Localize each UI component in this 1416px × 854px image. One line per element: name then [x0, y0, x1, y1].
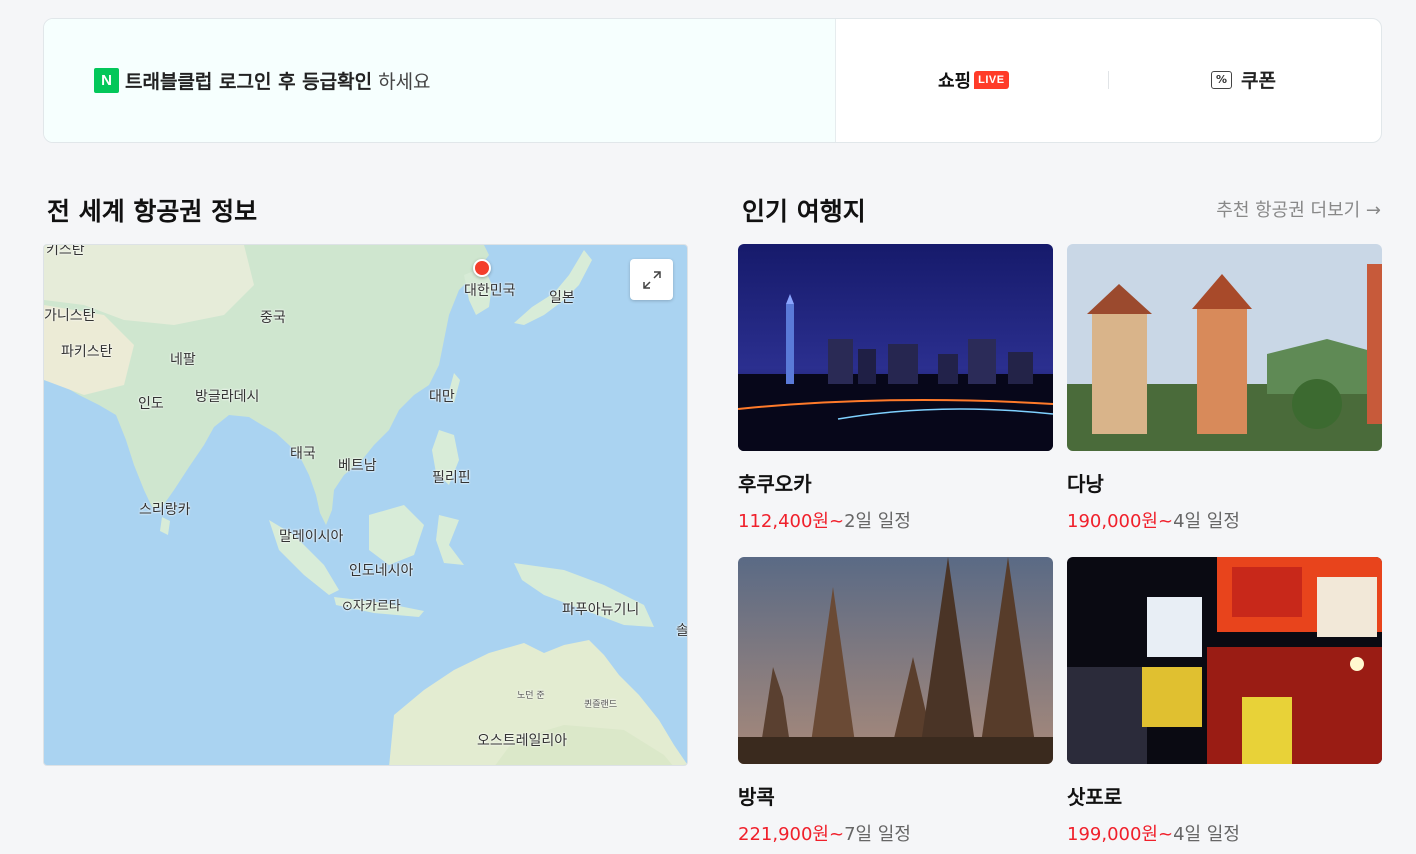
destination-price: 190,000원~ [1067, 511, 1174, 532]
destination-duration: 7일 일정 [844, 824, 911, 845]
map-label-thailand[interactable]: 태국 [290, 443, 316, 463]
coupon-link[interactable]: % 쿠폰 [1211, 66, 1276, 93]
destination-duration: 2일 일정 [844, 511, 911, 532]
map-label-queensland[interactable]: 퀸즐랜드 [584, 697, 617, 710]
map-label-afghanistan[interactable]: 가니스탄 [44, 305, 96, 325]
shopping-live-link[interactable]: 쇼핑 LIVE [938, 67, 1009, 93]
map-label-pakistan[interactable]: 파키스탄 [61, 341, 113, 361]
shopping-label: 쇼핑 [938, 71, 972, 92]
map-expand-button[interactable] [630, 259, 673, 300]
map-label-solomon[interactable]: 솔 [676, 620, 687, 640]
top-banner: N 트래블클럽 로그인 후 등급확인 하세요 쇼핑 LIVE % 쿠폰 [43, 18, 1382, 143]
destination-price-line: 112,400원~2일 일정 [738, 507, 1053, 533]
map-label-japan[interactable]: 일본 [549, 287, 575, 307]
destination-image-bangkok[interactable] [738, 557, 1053, 764]
world-map[interactable]: 키스탄 대한민국 일본 가니스탄 중국 파키스탄 네팔 인도 방글라데시 대만 … [43, 244, 688, 766]
banner-links: 쇼핑 LIVE % 쿠폰 [836, 19, 1381, 142]
destination-card-fukuoka[interactable]: 후쿠오카 112,400원~2일 일정 [738, 244, 1053, 533]
map-label-philippines[interactable]: 필리핀 [432, 467, 471, 487]
destination-card-bangkok[interactable]: 방콕 221,900원~7일 일정 [738, 557, 1053, 846]
destination-price: 199,000원~ [1067, 824, 1174, 845]
map-label-taiwan[interactable]: 대만 [429, 386, 455, 406]
map-label-srilanka[interactable]: 스리랑카 [139, 499, 191, 519]
map-label-china[interactable]: 중국 [260, 307, 286, 327]
coupon-label: 쿠폰 [1241, 70, 1276, 92]
map-label-bangladesh[interactable]: 방글라데시 [195, 386, 259, 406]
destination-name: 삿포로 [1067, 785, 1123, 809]
destination-image-fukuoka[interactable] [738, 244, 1053, 451]
destination-duration: 4일 일정 [1173, 511, 1240, 532]
destination-name: 다낭 [1067, 472, 1104, 496]
map-label-korea[interactable]: 대한민국 [464, 280, 516, 300]
map-label-nepal[interactable]: 네팔 [170, 349, 196, 369]
destination-image-danang[interactable] [1067, 244, 1382, 451]
login-prompt-bold[interactable]: 트래블클럽 로그인 후 등급확인 [125, 67, 372, 94]
destination-price-line: 221,900원~7일 일정 [738, 820, 1053, 846]
popular-section-title: 인기 여행지 [742, 197, 866, 226]
map-label-vietnam[interactable]: 베트남 [338, 455, 377, 475]
destination-price-line: 190,000원~4일 일정 [1067, 507, 1382, 533]
map-label-pakistan-top[interactable]: 키스탄 [46, 245, 85, 259]
map-section-title: 전 세계 항공권 정보 [47, 197, 258, 226]
map-label-india[interactable]: 인도 [138, 393, 164, 413]
destination-price: 221,900원~ [738, 824, 845, 845]
live-badge: LIVE [974, 71, 1009, 89]
banner-divider [1108, 71, 1109, 89]
map-label-malaysia[interactable]: 말레이시아 [279, 526, 343, 546]
destination-image-sapporo[interactable] [1067, 557, 1382, 764]
login-prompt[interactable]: N 트래블클럽 로그인 후 등급확인 하세요 [44, 19, 836, 142]
destination-price-line: 199,000원~4일 일정 [1067, 820, 1382, 846]
destination-name: 후쿠오카 [738, 472, 812, 496]
map-location-pin[interactable] [473, 259, 491, 277]
map-label-indonesia[interactable]: 인도네시아 [349, 560, 413, 580]
expand-icon [642, 270, 661, 289]
naver-logo-icon: N [94, 68, 119, 93]
destination-price: 112,400원~ [738, 511, 845, 532]
destination-duration: 4일 일정 [1173, 824, 1240, 845]
map-label-northern-territory[interactable]: 노던 준 [517, 688, 545, 701]
login-prompt-tail: 하세요 [378, 71, 431, 93]
destination-card-sapporo[interactable]: 삿포로 199,000원~4일 일정 [1067, 557, 1382, 846]
coupon-percent-icon: % [1211, 70, 1232, 89]
map-label-jakarta[interactable]: ⊙자카르타 [342, 595, 401, 614]
more-flights-link[interactable]: 추천 항공권 더보기 → [1216, 196, 1381, 222]
destination-name: 방콕 [738, 785, 775, 809]
map-label-australia[interactable]: 오스트레일리아 [477, 730, 567, 750]
map-label-papua-new-guinea[interactable]: 파푸아뉴기니 [562, 599, 639, 619]
destination-card-danang[interactable]: 다낭 190,000원~4일 일정 [1067, 244, 1382, 533]
